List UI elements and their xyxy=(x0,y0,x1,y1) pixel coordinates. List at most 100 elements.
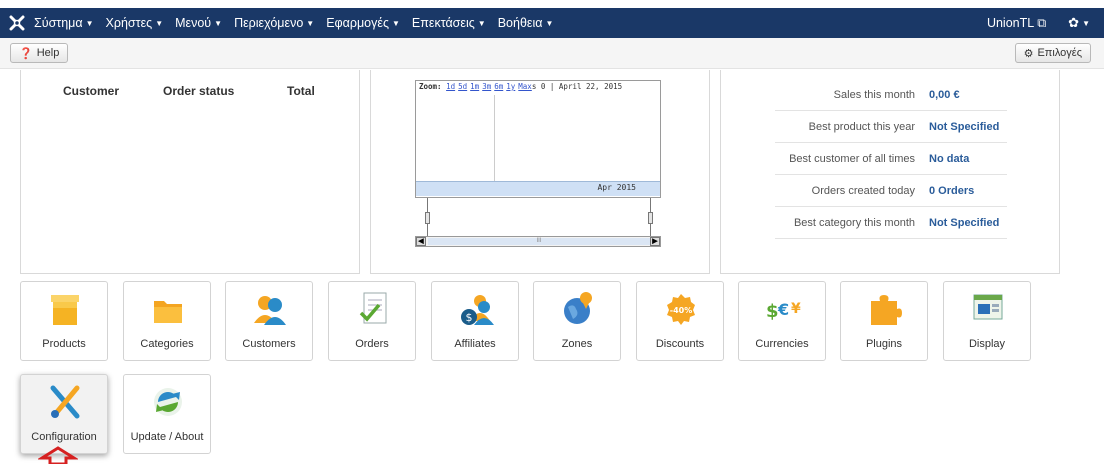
up-arrow-annotation-icon xyxy=(38,446,78,464)
column-total: Total xyxy=(287,84,315,98)
scroll-left-arrow-icon[interactable]: ◀ xyxy=(416,237,426,246)
quick-icon-affiliates[interactable]: $ Affiliates xyxy=(431,281,519,361)
caret-down-icon: ▼ xyxy=(477,19,486,28)
globe-pin-icon xyxy=(564,292,592,324)
quick-icon-label: Display xyxy=(968,338,1006,350)
zoom-5d-link[interactable]: 5d xyxy=(458,82,467,91)
column-order-status: Order status xyxy=(163,84,235,98)
quick-icon-label: Categories xyxy=(140,338,194,350)
plot-area-marker xyxy=(494,95,495,181)
currency-symbols-icon: $ € ¥ xyxy=(766,300,801,322)
sales-chart-panel: Zoom: 1d 5d 1m 3m 6m 1y Maxs 0 | April 22, 201… xyxy=(370,70,710,274)
user-settings-menu[interactable]: ✿ ▼ xyxy=(1068,15,1090,31)
main-menu: Σύστημα ▼ Χρήστες ▼ Μενού ▼ Περιεχόμενο ▼ Εφ… xyxy=(34,16,565,30)
svg-text:€: € xyxy=(777,300,789,319)
caret-down-icon: ▼ xyxy=(155,19,164,28)
zoom-max-link[interactable]: Max xyxy=(518,82,532,91)
quick-icon-products[interactable]: Products xyxy=(20,281,108,361)
box-icon xyxy=(51,295,79,325)
gear-icon: ⚙ xyxy=(1023,47,1034,60)
scrollbar-thumb[interactable]: III xyxy=(428,238,650,245)
zoom-3m-link[interactable]: 3m xyxy=(482,82,491,91)
scrollbar-grip: III xyxy=(536,238,542,244)
site-link[interactable]: UnionTL ⧉ xyxy=(987,16,1046,31)
stat-row: Best category this month Not Specified xyxy=(775,206,1007,239)
scroll-right-arrow-icon[interactable]: ▶ xyxy=(650,237,660,246)
time-axis-band: Apr 2015 xyxy=(416,181,660,196)
quick-icon-currencies[interactable]: $ € ¥ Currencies xyxy=(738,281,826,361)
quick-icon-zones[interactable]: Zones xyxy=(533,281,621,361)
caret-down-icon: ▼ xyxy=(391,19,400,28)
latest-orders-panel: Customer Order status Total xyxy=(20,70,360,274)
help-button[interactable]: ❓ Help xyxy=(10,43,69,63)
topbar-right: UnionTL ⧉ ✿ ▼ xyxy=(987,15,1104,31)
menu-users[interactable]: Χρήστες ▼ xyxy=(106,16,164,30)
quick-icon-label: Zones xyxy=(561,338,593,350)
caret-down-icon: ▼ xyxy=(306,19,315,28)
options-button[interactable]: ⚙ Επιλογές xyxy=(1014,43,1091,63)
top-navbar: Σύστημα ▼ Χρήστες ▼ Μενού ▼ Περιεχόμενο ▼ Εφ… xyxy=(0,8,1104,38)
stat-value: Not Specified xyxy=(929,206,1007,239)
quick-icon-customers[interactable]: Customers xyxy=(225,281,313,361)
caret-down-icon: ▼ xyxy=(1082,19,1090,28)
quick-icon-discounts[interactable]: -40% Discounts xyxy=(636,281,724,361)
menu-extensions[interactable]: Επεκτάσεις ▼ xyxy=(412,16,486,30)
menu-help[interactable]: Βοήθεια ▼ xyxy=(498,16,554,30)
svg-text:$: $ xyxy=(766,301,779,322)
stat-label: Best product this year xyxy=(775,110,929,143)
caret-down-icon: ▼ xyxy=(545,19,554,28)
range-right-handle[interactable] xyxy=(648,212,653,224)
quick-icon-configuration[interactable]: Configuration xyxy=(20,374,108,454)
menu-menus[interactable]: Μενού ▼ xyxy=(175,16,222,30)
chart-range-text: s 0 | April 22, 2015 xyxy=(531,82,623,91)
quick-icon-label: Configuration xyxy=(31,431,97,443)
menu-components[interactable]: Εφαρμογές ▼ xyxy=(326,16,400,30)
quick-icon-categories[interactable]: Categories xyxy=(123,281,211,361)
caret-down-icon: ▼ xyxy=(214,19,223,28)
menu-content[interactable]: Περιεχόμενο ▼ xyxy=(234,16,314,30)
quick-icon-label: Orders xyxy=(355,338,389,350)
quick-icon-label: Affiliates xyxy=(454,338,496,350)
statistics-panel: Sales this month 0,00 € Best product this… xyxy=(720,70,1060,274)
zoom-6m-link[interactable]: 6m xyxy=(494,82,503,91)
stat-label: Sales this month xyxy=(775,79,929,111)
stat-value: 0 Orders xyxy=(929,174,1007,207)
range-left-handle[interactable] xyxy=(425,212,430,224)
quick-icon-label: Discounts xyxy=(655,338,705,350)
svg-text:$: $ xyxy=(466,311,473,324)
quick-icon-plugins[interactable]: Plugins xyxy=(840,281,928,361)
menu-system[interactable]: Σύστημα ▼ xyxy=(34,16,94,30)
stat-value: 0,00 € xyxy=(929,79,1007,111)
toolbar: ❓ Help ⚙ Επιλογές xyxy=(0,38,1104,69)
time-axis-label: Apr 2015 xyxy=(597,183,636,192)
zoom-bar: Zoom: 1d 5d 1m 3m 6m 1y Maxs 0 | April 22, 201… xyxy=(419,82,622,91)
gear-icon: ✿ xyxy=(1068,15,1080,30)
help-label: Help xyxy=(36,47,60,59)
chart-scrollbar[interactable]: ◀ III ▶ xyxy=(415,236,661,247)
chart-frame: Zoom: 1d 5d 1m 3m 6m 1y Maxs 0 | April 22, 201… xyxy=(415,80,661,198)
options-label: Επιλογές xyxy=(1037,47,1082,59)
folder-icon xyxy=(154,301,182,323)
stat-label: Best category this month xyxy=(775,206,929,239)
svg-text:-40%: -40% xyxy=(670,306,692,315)
sales-chart: Zoom: 1d 5d 1m 3m 6m 1y Maxs 0 | April 22, 201… xyxy=(415,80,661,248)
quick-icon-label: Plugins xyxy=(865,338,903,350)
quick-icon-orders[interactable]: Orders xyxy=(328,281,416,361)
quick-icon-display[interactable]: Display xyxy=(943,281,1031,361)
stat-row: Best customer of all times No data xyxy=(775,142,1007,175)
quick-icon-label: Customers xyxy=(242,338,296,350)
zoom-1y-link[interactable]: 1y xyxy=(506,82,515,91)
joomla-logo-icon[interactable] xyxy=(0,15,34,31)
display-window-icon xyxy=(973,294,1003,320)
zoom-1d-link[interactable]: 1d xyxy=(446,82,455,91)
quick-icon-label: Products xyxy=(42,338,86,350)
stat-row: Orders created today 0 Orders xyxy=(775,174,1007,207)
stat-row: Sales this month 0,00 € xyxy=(775,79,1007,111)
zoom-1m-link[interactable]: 1m xyxy=(470,82,479,91)
stat-value: Not Specified xyxy=(929,110,1007,143)
svg-text:¥: ¥ xyxy=(791,301,801,317)
discount-badge-icon: -40% xyxy=(667,294,695,325)
quick-icon-update-about[interactable]: Update / About xyxy=(123,374,211,454)
stat-value: No data xyxy=(929,142,1007,175)
statistics-table: Sales this month 0,00 € Best product this… xyxy=(775,79,1007,239)
